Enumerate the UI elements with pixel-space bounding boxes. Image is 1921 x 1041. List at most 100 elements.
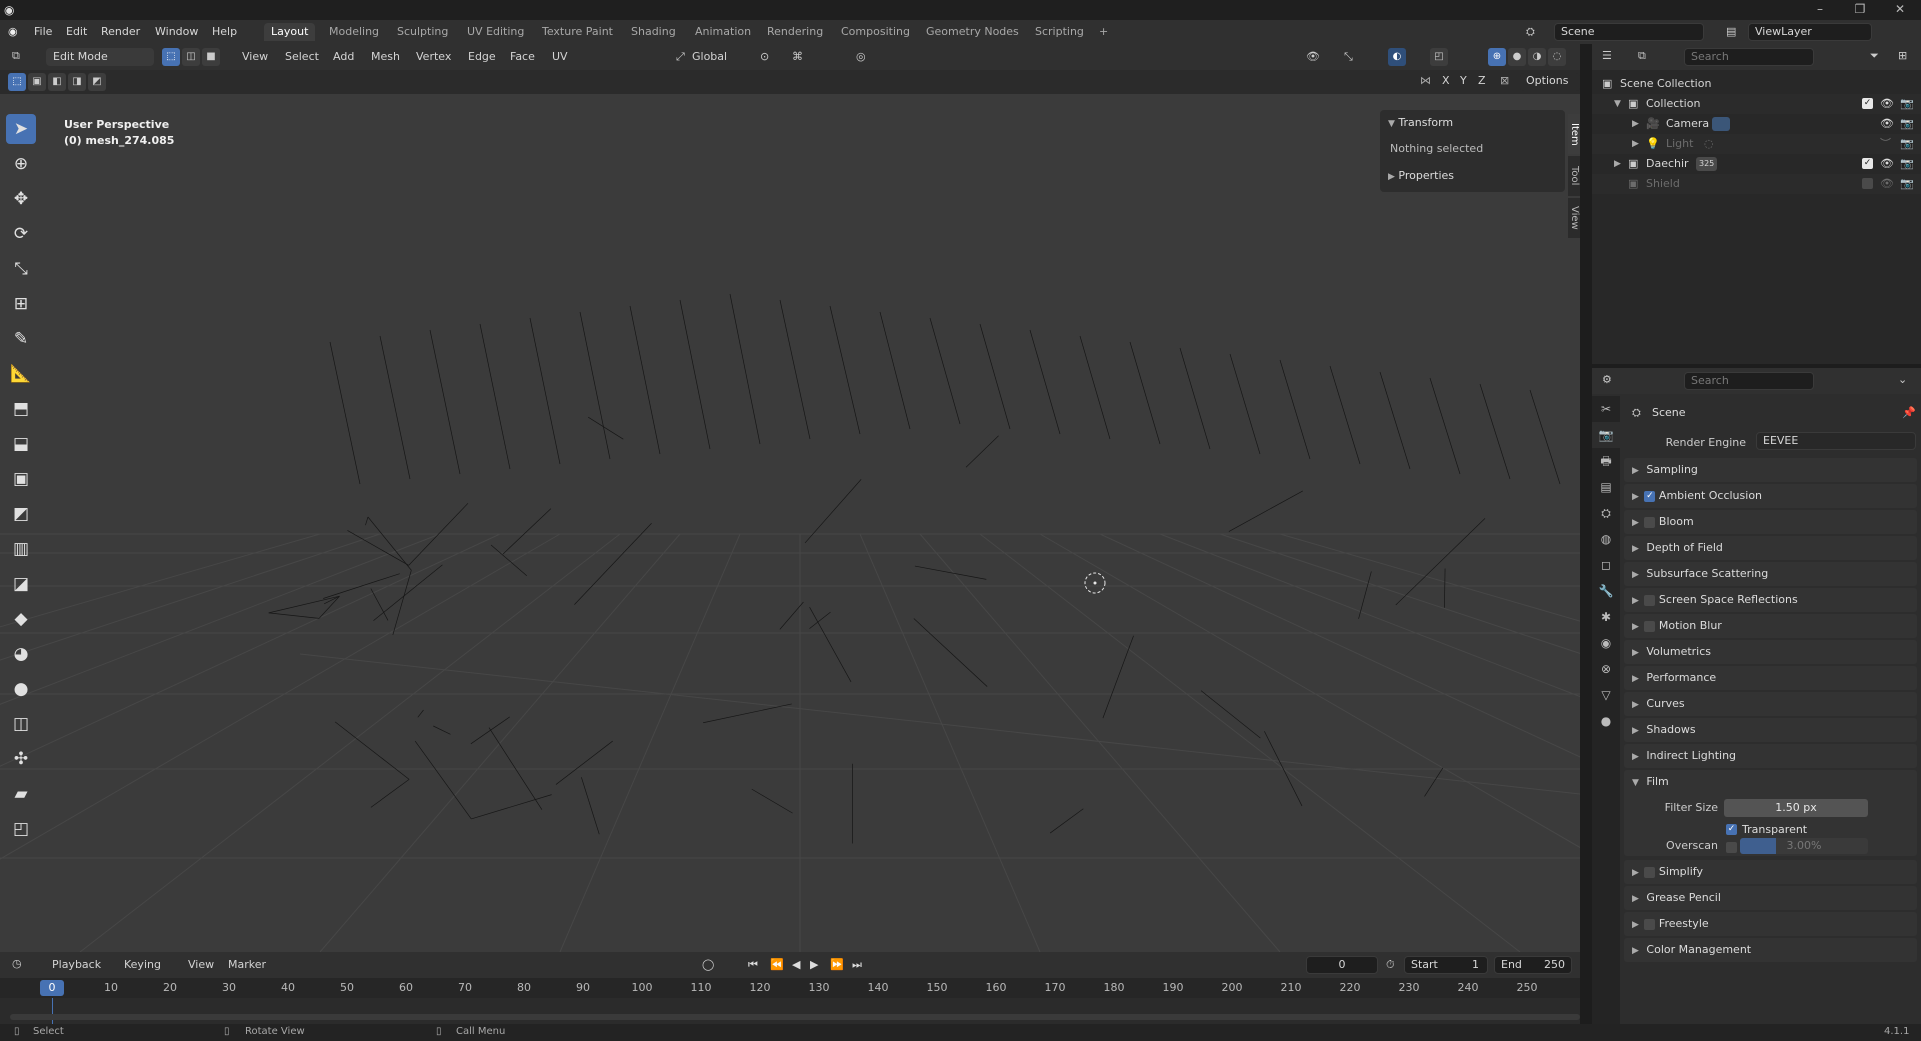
menu-vertex[interactable]: Vertex <box>416 49 451 65</box>
physics-tab-icon[interactable]: ◉ <box>1592 630 1620 656</box>
chevron-down-icon[interactable]: ⌄ <box>1898 373 1907 386</box>
tab-layout[interactable]: Layout <box>264 23 316 41</box>
menu-help[interactable]: Help <box>212 24 237 40</box>
select-box-tool-icon[interactable]: ➤ <box>6 114 36 144</box>
tool-tab-icon[interactable]: ✂ <box>1592 396 1620 422</box>
maximize-button[interactable]: ❐ <box>1850 2 1870 18</box>
menu-marker[interactable]: Marker <box>228 957 266 973</box>
exclude-checkbox[interactable] <box>1862 178 1873 189</box>
solid-shading-button[interactable]: ● <box>1508 48 1526 66</box>
panel-motion-blur[interactable]: ▶ Motion Blur <box>1624 614 1917 638</box>
panel-bloom[interactable]: ▶ Bloom <box>1624 510 1917 534</box>
chevron-down-icon[interactable]: ▼ <box>1614 94 1621 114</box>
eye-icon[interactable]: 👁 <box>1880 94 1894 114</box>
tab-animation[interactable]: Animation <box>688 23 758 41</box>
output-tab-icon[interactable]: 🖶 <box>1592 448 1620 474</box>
current-frame-field[interactable]: 0 <box>1306 956 1378 974</box>
menu-playback[interactable]: Playback <box>52 957 101 973</box>
enable-checkbox[interactable] <box>1644 918 1656 930</box>
constraints-tab-icon[interactable]: ⊗ <box>1592 656 1620 682</box>
outliner-row-collection[interactable]: ▼ ▣ Collection ✓ 👁 📷 <box>1592 94 1921 114</box>
world-tab-icon[interactable]: ◍ <box>1592 526 1620 552</box>
render-tab-icon[interactable]: 📷 <box>1592 422 1620 448</box>
panel-volumetrics[interactable]: ▶ Volumetrics <box>1624 640 1917 664</box>
play-reverse-icon[interactable]: ◀ <box>792 957 800 973</box>
properties-panel-header[interactable]: ▶ Properties <box>1388 169 1454 182</box>
menu-edge[interactable]: Edge <box>468 49 496 65</box>
overscan-slider[interactable]: 3.00% <box>1740 838 1868 854</box>
enable-checkbox[interactable] <box>1644 866 1656 878</box>
new-collection-icon[interactable]: ⊞ <box>1898 49 1907 62</box>
panel-screen-space-reflections[interactable]: ▶ Screen Space Reflections <box>1624 588 1917 612</box>
menu-keying[interactable]: Keying <box>124 957 161 973</box>
options-dropdown[interactable]: Options <box>1520 73 1580 91</box>
face-select-mode-button[interactable]: ■ <box>202 48 220 66</box>
overlay-button[interactable]: ◐ <box>1388 48 1406 66</box>
exclude-checkbox[interactable]: ✓ <box>1862 158 1873 169</box>
jump-keyframe-forward-icon[interactable]: ⏩ <box>830 957 844 973</box>
properties-search-input[interactable]: Search <box>1684 372 1814 390</box>
eye-closed-icon[interactable]: ︶ <box>1880 134 1891 154</box>
move-tool-icon[interactable]: ✥ <box>6 184 36 214</box>
render-engine-selector[interactable]: EEVEE <box>1756 432 1916 450</box>
menu-window[interactable]: Window <box>155 24 198 40</box>
loop-cut-tool-icon[interactable]: ▥ <box>6 534 36 564</box>
tab-sculpting[interactable]: Sculpting <box>390 23 455 41</box>
tab-rendering[interactable]: Rendering <box>760 23 830 41</box>
tab-tool[interactable]: Tool <box>1568 156 1580 196</box>
tab-scripting[interactable]: Scripting <box>1028 23 1091 41</box>
outliner-row-scene-collection[interactable]: ▣ Scene Collection <box>1592 74 1921 94</box>
blender-menu-icon[interactable]: ◉ <box>8 24 18 40</box>
properties-editor-type-icon[interactable]: ⚙ <box>1602 373 1612 386</box>
enable-checkbox[interactable] <box>1644 620 1656 632</box>
eye-icon[interactable]: 👁 <box>1880 154 1894 174</box>
camera-render-icon[interactable]: 📷 <box>1900 94 1914 114</box>
panel-subsurface-scattering[interactable]: ▶ Subsurface Scattering <box>1624 562 1917 586</box>
timeline-ruler[interactable]: 0 10 20 30 40 50 60 70 80 90 100 110 120 130 140 150 16… <box>0 978 1580 998</box>
scene-tab-icon[interactable]: ⛭ <box>1592 500 1620 526</box>
view-layer-tab-icon[interactable]: ▤ <box>1592 474 1620 500</box>
transform-orientation-selector[interactable]: Global <box>692 49 727 65</box>
stopwatch-icon[interactable]: ⏱ <box>1386 957 1395 973</box>
outliner-row-daechir[interactable]: ▶ ▣ Daechir 325 ✓ 👁 📷 <box>1592 154 1921 174</box>
gizmo-icon[interactable]: ⤡ <box>1344 49 1353 65</box>
jump-keyframe-back-icon[interactable]: ⏪ <box>770 957 784 973</box>
jump-end-icon[interactable]: ⏭ <box>852 957 862 973</box>
light-data-icon[interactable]: ◌ <box>1704 134 1714 154</box>
visibility-icon[interactable]: 👁 <box>1306 49 1320 65</box>
panel-indirect-lighting[interactable]: ▶ Indirect Lighting <box>1624 744 1917 768</box>
mirror-y-toggle[interactable]: Y <box>1460 73 1467 89</box>
camera-render-icon[interactable]: 📷 <box>1900 134 1914 154</box>
panel-freestyle[interactable]: ▶ Freestyle <box>1624 912 1917 936</box>
editor-type-icon[interactable]: ⧉ <box>12 49 20 63</box>
chevron-right-icon[interactable]: ▶ <box>1632 134 1639 154</box>
modifier-tab-icon[interactable]: 🔧 <box>1592 578 1620 604</box>
panel-simplify[interactable]: ▶ Simplify <box>1624 860 1917 884</box>
outliner-row-camera[interactable]: ▶ 🎥 Camera 👁 📷 <box>1592 114 1921 134</box>
select-invert-mode-icon[interactable]: ◨ <box>68 73 86 91</box>
menu-view[interactable]: View <box>242 49 268 65</box>
auto-merge-icon[interactable]: ⊠ <box>1500 74 1509 87</box>
outliner-row-shield[interactable]: ▣ Shield 👁 📷 <box>1592 174 1921 194</box>
spin-tool-icon[interactable]: ◕ <box>6 639 36 669</box>
view-layer-icon[interactable]: ▤ <box>1726 25 1736 38</box>
rotate-tool-icon[interactable]: ⟳ <box>6 219 36 249</box>
material-tab-icon[interactable]: ● <box>1592 708 1620 734</box>
add-workspace-button[interactable]: + <box>1092 23 1115 41</box>
annotate-tool-icon[interactable]: ✎ <box>6 324 36 354</box>
eye-icon[interactable]: 👁 <box>1880 174 1894 194</box>
panel-film[interactable]: ▼ Film Filter Size 1.50 px ✓ Transparent… <box>1624 770 1917 856</box>
panel-performance[interactable]: ▶ Performance <box>1624 666 1917 690</box>
transform-tool-icon[interactable]: ⊞ <box>6 289 36 319</box>
shrink-fatten-tool-icon[interactable]: ✣ <box>6 744 36 774</box>
shear-tool-icon[interactable]: ▰ <box>6 779 36 809</box>
tab-modeling[interactable]: Modeling <box>322 23 386 41</box>
pivot-point-icon[interactable]: ⊙ <box>760 49 769 65</box>
mode-selector[interactable]: Edit Mode <box>46 48 154 66</box>
select-extend-mode-icon[interactable]: ▣ <box>28 73 46 91</box>
child-count-badge[interactable]: 325 <box>1696 157 1718 171</box>
rip-tool-icon[interactable]: ◰ <box>6 814 36 844</box>
close-button[interactable]: ✕ <box>1890 2 1910 18</box>
panel-ambient-occlusion[interactable]: ▶ ✓ Ambient Occlusion <box>1624 484 1917 508</box>
panel-shadows[interactable]: ▶ Shadows <box>1624 718 1917 742</box>
